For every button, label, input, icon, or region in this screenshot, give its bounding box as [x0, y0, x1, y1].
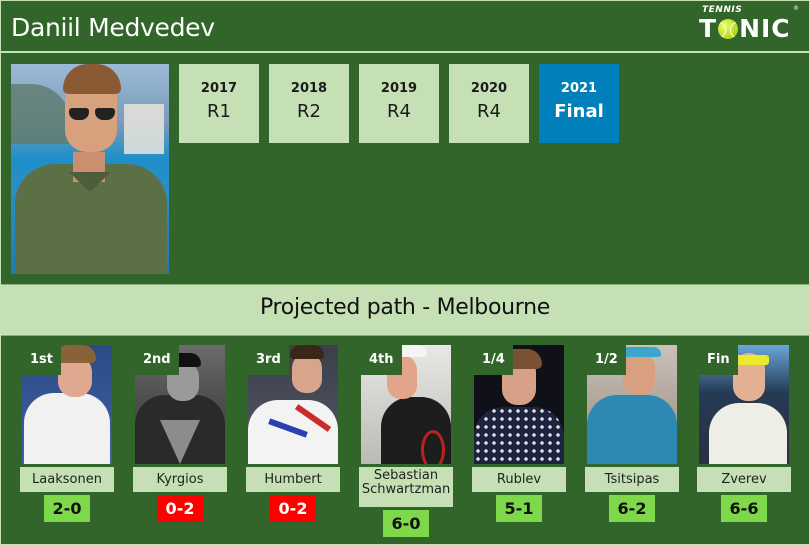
photo-body: [474, 407, 564, 464]
logo-main-text: T NIC: [699, 14, 791, 43]
round-label: 3rd: [248, 345, 289, 375]
player-photo: [11, 64, 169, 274]
history-result: R4: [387, 101, 411, 122]
photo-bg-cliff: [11, 84, 71, 144]
h2h-score: 6-6: [721, 495, 767, 522]
history-result: R1: [207, 101, 231, 122]
round-label: 2nd: [135, 345, 179, 375]
section-title: Projected path - Melbourne: [259, 295, 551, 320]
h2h-score: 0-2: [157, 495, 203, 522]
history-result: R4: [477, 101, 501, 122]
header-divider: [1, 51, 809, 53]
round-label: 1st: [22, 345, 61, 375]
header: Daniil Medvedev TENNIS T NIC ®: [1, 1, 809, 50]
opponent-name: Tsitsipas: [585, 467, 679, 492]
registered-mark: ®: [793, 5, 799, 12]
opponent-name: Rublev: [472, 467, 566, 492]
photo-hair: [63, 64, 121, 94]
history-year: 2021: [560, 81, 598, 96]
history-year: 2020: [470, 81, 508, 96]
photo-hair: [290, 345, 324, 359]
opponent-name: Laaksonen: [20, 467, 114, 492]
photo-body: [709, 403, 787, 464]
round-label: Fin: [699, 345, 738, 375]
h2h-score: 6-0: [383, 510, 429, 537]
racket-icon: [421, 430, 445, 464]
h2h-score: 2-0: [44, 495, 90, 522]
round-label: 1/2: [587, 345, 626, 375]
section-banner: Projected path - Melbourne: [1, 284, 809, 336]
h2h-score: 5-1: [496, 495, 542, 522]
history-year: 2017: [200, 81, 238, 96]
history-box-2019[interactable]: 2019 R4: [359, 64, 439, 143]
history-year: 2019: [380, 81, 418, 96]
photo-bg-building: [124, 104, 164, 154]
h2h-score: 0-2: [270, 495, 316, 522]
opponent-name: Kyrgios: [133, 467, 227, 492]
opponent-name: Zverev: [697, 467, 791, 492]
photo-head: [292, 353, 322, 393]
photo-head: [623, 351, 655, 395]
photo-body: [24, 393, 110, 464]
opponent-name: Humbert: [246, 467, 340, 492]
history-box-2021[interactable]: 2021 Final: [539, 64, 619, 143]
tennis-tonic-logo[interactable]: TENNIS T NIC ®: [699, 5, 801, 45]
history-year: 2018: [290, 81, 328, 96]
logo-letters-nic: NIC: [739, 14, 791, 43]
history-result: R2: [297, 101, 321, 122]
page-frame: Daniil Medvedev TENNIS T NIC ® 2017 R1 2…: [1, 1, 809, 544]
opponent-name: Sebastian Schwartzman: [359, 467, 453, 507]
history-box-2020[interactable]: 2020 R4: [449, 64, 529, 143]
history-result: Final: [554, 101, 604, 122]
history-box-2018[interactable]: 2018 R2: [269, 64, 349, 143]
tennis-ball-icon: [718, 18, 739, 39]
sunglasses-icon: [69, 108, 115, 120]
photo-body: [587, 395, 677, 464]
player-name-title: Daniil Medvedev: [11, 13, 215, 42]
round-label: 4th: [361, 345, 402, 375]
h2h-score: 6-2: [609, 495, 655, 522]
logo-letter-t: T: [699, 14, 718, 43]
round-label: 1/4: [474, 345, 513, 375]
history-box-2017[interactable]: 2017 R1: [179, 64, 259, 143]
